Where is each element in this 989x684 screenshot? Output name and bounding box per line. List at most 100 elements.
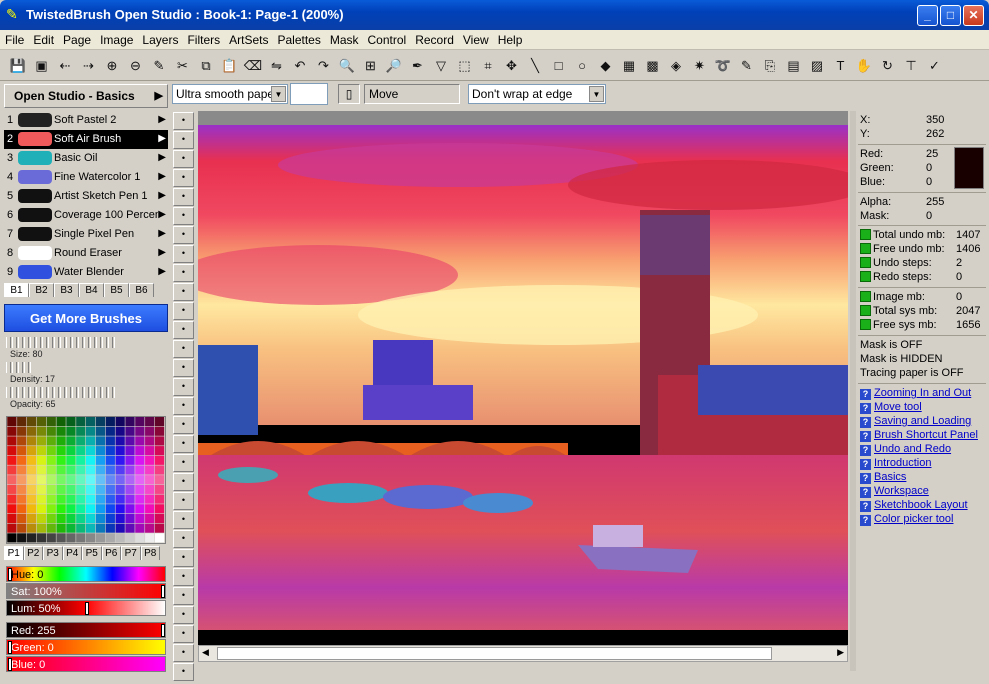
palette-swatch[interactable] (26, 494, 37, 504)
palette-swatch[interactable] (56, 455, 66, 465)
palette-tab[interactable]: P1 (4, 546, 24, 560)
paste-icon[interactable]: 📋 (220, 56, 240, 76)
palette-swatch[interactable] (46, 426, 56, 436)
palette-swatch[interactable] (125, 523, 135, 533)
palette-swatch[interactable] (125, 455, 135, 465)
palette-swatch[interactable] (154, 475, 165, 485)
palette-swatch[interactable] (17, 436, 27, 446)
palette-swatch[interactable] (26, 455, 37, 465)
palette-swatch[interactable] (36, 494, 47, 504)
palette-swatch[interactable] (145, 465, 155, 475)
palette-swatch[interactable] (46, 465, 56, 475)
palette-swatch[interactable] (26, 426, 37, 436)
palette-swatch[interactable] (17, 533, 27, 543)
palette-swatch[interactable] (66, 426, 76, 436)
shortcut-slot[interactable]: • (173, 397, 194, 415)
palette-swatch[interactable] (76, 417, 86, 427)
shortcut-slot[interactable]: • (173, 587, 194, 605)
page-prev-icon[interactable]: ⇠ (55, 56, 75, 76)
palette-swatch[interactable] (66, 484, 76, 494)
rotate-icon[interactable]: ↻ (878, 56, 898, 76)
menu-filters[interactable]: Filters (182, 30, 224, 47)
palette-swatch[interactable] (145, 436, 155, 446)
shortcut-slot[interactable]: • (173, 264, 194, 282)
palette-swatch[interactable] (46, 523, 56, 533)
palette-swatch[interactable] (17, 513, 27, 524)
shortcut-slot[interactable]: • (173, 530, 194, 548)
select-rect-icon[interactable]: ⬚ (455, 56, 475, 76)
palette-swatch[interactable] (125, 513, 135, 524)
menu-image[interactable]: Image (95, 30, 137, 47)
book-icon[interactable]: ✎ (149, 56, 169, 76)
palette-swatch[interactable] (7, 436, 17, 446)
palette-swatch[interactable] (135, 465, 145, 475)
brush-item[interactable]: 6 Coverage 100 Percent ▶ (4, 206, 168, 225)
palette-swatch[interactable] (105, 513, 115, 524)
brush-item[interactable]: 9 Water Blender ▶ (4, 263, 168, 282)
palette-swatch[interactable] (115, 475, 125, 485)
palette-swatch[interactable] (105, 523, 115, 533)
color-palette[interactable] (6, 416, 166, 544)
palette-swatch[interactable] (7, 494, 17, 504)
help-link[interactable]: ? Brush Shortcut Panel (860, 429, 978, 442)
palette-swatch[interactable] (145, 417, 155, 427)
painting-canvas[interactable] (198, 125, 848, 645)
scroll-right-icon[interactable]: ▶ (837, 647, 844, 658)
palette-swatch[interactable] (105, 484, 115, 494)
sat-slider[interactable]: Sat: 100% (6, 583, 166, 599)
palette-swatch[interactable] (105, 417, 115, 427)
mouse-icon[interactable]: ▯ (338, 84, 360, 104)
palette-swatch[interactable] (46, 436, 56, 446)
palette-swatch[interactable] (26, 475, 37, 485)
palette-swatch[interactable] (145, 455, 155, 465)
preset-header[interactable]: Open Studio - Basics ▶ (4, 84, 168, 108)
palette-swatch[interactable] (135, 436, 145, 446)
palette-swatch[interactable] (135, 446, 145, 456)
brush-tab[interactable]: B1 (4, 283, 29, 297)
palette-swatch[interactable] (76, 513, 86, 524)
palette-swatch[interactable] (36, 465, 47, 475)
palette-swatch[interactable] (17, 475, 27, 485)
palette-swatch[interactable] (46, 446, 56, 456)
palette-swatch[interactable] (36, 417, 47, 427)
palette-swatch[interactable] (145, 494, 155, 504)
palette-swatch[interactable] (95, 446, 106, 456)
size-slider[interactable] (6, 337, 118, 348)
palette-swatch[interactable] (26, 523, 37, 533)
palette-swatch[interactable] (46, 475, 56, 485)
palette-swatch[interactable] (17, 504, 27, 514)
palette-swatch[interactable] (56, 426, 66, 436)
palette-swatch[interactable] (66, 523, 76, 533)
fit-icon[interactable]: ⊞ (361, 56, 381, 76)
text-icon[interactable]: T (831, 56, 851, 76)
palette-swatch[interactable] (115, 523, 125, 533)
scroll-thumb[interactable] (217, 647, 772, 660)
palette-swatch[interactable] (154, 533, 165, 543)
pin-icon[interactable]: ✓ (925, 56, 945, 76)
menu-artsets[interactable]: ArtSets (224, 30, 272, 47)
shortcut-slot[interactable]: • (173, 511, 194, 529)
palette-swatch[interactable] (46, 484, 56, 494)
green-slider[interactable]: Green: 0 (6, 639, 166, 655)
palette-swatch[interactable] (7, 533, 17, 543)
palette-swatch[interactable] (7, 417, 17, 427)
menu-edit[interactable]: Edit (28, 30, 58, 47)
close-button[interactable]: ✕ (963, 5, 984, 26)
palette-swatch[interactable] (154, 426, 165, 436)
copy-icon[interactable]: ⧉ (196, 56, 216, 76)
brush-tab[interactable]: B2 (29, 283, 54, 297)
menu-view[interactable]: View (458, 30, 493, 47)
palette-swatch[interactable] (105, 494, 115, 504)
minimize-button[interactable]: _ (917, 5, 938, 26)
palette-swatch[interactable] (105, 475, 115, 485)
palette-swatch[interactable] (115, 494, 125, 504)
palette-swatch[interactable] (26, 533, 37, 543)
palette-swatch[interactable] (36, 426, 47, 436)
ellipse-icon[interactable]: ○ (572, 56, 592, 76)
brush-item[interactable]: 4 Fine Watercolor 1 ▶ (4, 168, 168, 187)
menu-help[interactable]: Help (493, 30, 527, 47)
palette-swatch[interactable] (17, 455, 27, 465)
blue-knob[interactable] (8, 658, 12, 671)
palette-swatch[interactable] (95, 494, 106, 504)
palette-swatch[interactable] (26, 484, 37, 494)
